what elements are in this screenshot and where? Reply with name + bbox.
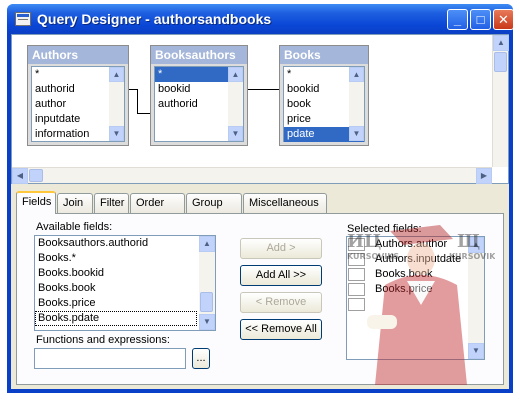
table-scrollbar[interactable]: ▲ ▼ — [349, 67, 364, 141]
checkbox[interactable] — [348, 283, 365, 296]
add-all-button[interactable]: Add All >> — [240, 265, 322, 286]
join-line — [137, 113, 150, 114]
selected-fields-scrollbar[interactable]: ▲ ▼ — [468, 237, 484, 359]
join-line — [137, 89, 138, 113]
available-fields-scrollbar[interactable]: ▲ ▼ — [199, 236, 215, 330]
query-designer-window: Query Designer - authorsandbooks _ □ ✕ A… — [7, 4, 514, 393]
selected-field-label: Authors.author — [375, 238, 448, 250]
join-line — [248, 89, 279, 90]
fields-tab-panel: Available fields: Booksauthors.authorid … — [16, 213, 504, 385]
scroll-down-icon[interactable]: ▼ — [109, 126, 124, 141]
scroll-right-icon[interactable]: ▶ — [476, 168, 492, 184]
tab-group-by[interactable]: Group By — [186, 193, 242, 227]
available-fields-label: Available fields: — [36, 221, 113, 233]
selected-fields-list[interactable]: Authors.author Authors.inputdate Books.b… — [346, 236, 485, 360]
minimize-button[interactable]: _ — [447, 9, 468, 30]
close-button[interactable]: ✕ — [493, 9, 514, 30]
table-scrollbar[interactable]: ▲ ▼ — [228, 67, 243, 141]
tab-fields[interactable]: Fields — [16, 191, 56, 214]
window-title: Query Designer - authorsandbooks — [37, 11, 272, 27]
list-item[interactable]: Books.book — [35, 281, 215, 296]
table-authors-title[interactable]: Authors — [28, 46, 128, 64]
scroll-down-icon[interactable]: ▼ — [228, 126, 243, 141]
selected-field-row[interactable]: Books.price — [347, 282, 484, 297]
table-diagram[interactable]: Authors * authorid author inputdate info… — [11, 34, 509, 184]
list-item[interactable]: Booksauthors.authorid — [35, 236, 215, 251]
checkbox[interactable] — [348, 268, 365, 281]
scroll-down-icon[interactable]: ▼ — [199, 314, 215, 330]
add-button[interactable]: Add > — [240, 238, 322, 259]
scroll-left-icon[interactable]: ◀ — [12, 168, 28, 184]
title-bar[interactable]: Query Designer - authorsandbooks _ □ ✕ — [7, 4, 514, 34]
table-authors[interactable]: Authors * authorid author inputdate info… — [27, 45, 129, 146]
selected-field-label: Books.price — [375, 283, 433, 295]
table-scrollbar[interactable]: ▲ ▼ — [109, 67, 124, 141]
tab-miscellaneous[interactable]: Miscellaneous — [243, 193, 327, 213]
selected-fields-label: Selected fields: — [347, 223, 422, 235]
maximize-button[interactable]: □ — [470, 9, 491, 30]
selected-field-row[interactable] — [347, 297, 484, 312]
join-line — [129, 89, 137, 90]
scroll-up-icon[interactable]: ▲ — [468, 237, 484, 253]
selected-field-label: Books.book — [375, 268, 433, 280]
tab-order-by[interactable]: Order By — [130, 193, 185, 227]
diagram-horizontal-scrollbar[interactable]: ◀ ▶ — [12, 167, 492, 184]
scroll-thumb[interactable] — [494, 52, 507, 72]
scroll-thumb[interactable] — [29, 169, 43, 182]
scroll-up-icon[interactable]: ▲ — [109, 67, 124, 82]
tab-join[interactable]: Join — [57, 193, 93, 213]
scroll-up-icon[interactable]: ▲ — [228, 67, 243, 82]
selected-field-label: Authors.inputdate — [375, 253, 462, 265]
checkbox[interactable] — [348, 238, 365, 251]
scroll-up-icon[interactable]: ▲ — [199, 236, 215, 252]
remove-button[interactable]: < Remove — [240, 292, 322, 313]
diagram-vertical-scrollbar[interactable]: ▲ — [492, 35, 509, 167]
functions-browse-button[interactable]: ... — [192, 348, 210, 369]
selected-field-row[interactable]: Authors.author — [347, 237, 484, 252]
list-item[interactable]: Books.bookid — [35, 266, 215, 281]
table-authors-fields[interactable]: * authorid author inputdate information … — [31, 66, 125, 142]
list-item[interactable]: Books.price — [35, 296, 215, 311]
functions-input[interactable] — [34, 348, 186, 369]
selected-field-row[interactable]: Authors.inputdate — [347, 252, 484, 267]
scroll-up-icon[interactable]: ▲ — [493, 35, 509, 51]
remove-all-button[interactable]: << Remove All — [240, 319, 322, 340]
scroll-down-icon[interactable]: ▼ — [468, 343, 484, 359]
table-booksauthors-title[interactable]: Booksauthors — [151, 46, 247, 64]
app-icon — [15, 12, 31, 26]
table-books-fields[interactable]: * bookid book price pdate ▲ ▼ — [283, 66, 365, 142]
client-area: Authors * authorid author inputdate info… — [11, 34, 509, 389]
table-booksauthors-fields[interactable]: * bookid authorid ▲ ▼ — [154, 66, 244, 142]
checkbox[interactable] — [348, 298, 365, 311]
table-books[interactable]: Books * bookid book price pdate ▲ ▼ — [279, 45, 369, 146]
list-item[interactable]: Books.* — [35, 251, 215, 266]
functions-label: Functions and expressions: — [36, 334, 170, 346]
selected-field-row[interactable]: Books.book — [347, 267, 484, 282]
scroll-down-icon[interactable]: ▼ — [349, 126, 364, 141]
scroll-thumb[interactable] — [200, 292, 213, 312]
table-books-title[interactable]: Books — [280, 46, 368, 64]
list-item[interactable]: Books.pdate — [35, 311, 197, 326]
available-fields-list[interactable]: Booksauthors.authorid Books.* Books.book… — [34, 235, 216, 331]
table-booksauthors[interactable]: Booksauthors * bookid authorid ▲ ▼ — [150, 45, 248, 146]
tab-filter[interactable]: Filter — [94, 193, 129, 213]
checkbox[interactable] — [348, 253, 365, 266]
scroll-up-icon[interactable]: ▲ — [349, 67, 364, 82]
